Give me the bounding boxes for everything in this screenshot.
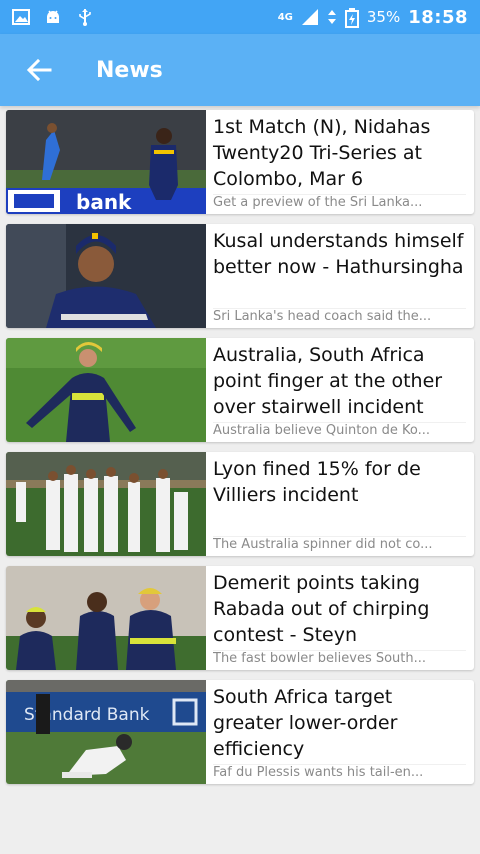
- status-right-icons: 4G 35% 18:58: [278, 7, 468, 28]
- news-thumbnail[interactable]: [6, 566, 206, 670]
- image-icon: [12, 8, 30, 26]
- news-text: Australia, South Africa point finger at …: [206, 338, 474, 442]
- news-card[interactable]: Kusal understands himself better now - H…: [6, 224, 474, 328]
- status-left-icons: [12, 8, 94, 26]
- news-thumbnail[interactable]: Standard Bank: [6, 680, 206, 784]
- news-headline: Kusal understands himself better now - H…: [213, 230, 464, 278]
- news-headline: Australia, South Africa point finger at …: [213, 344, 443, 418]
- news-card[interactable]: Australia, South Africa point finger at …: [6, 338, 474, 442]
- data-arrows-icon: [327, 8, 337, 26]
- network-type: 4G: [277, 11, 293, 23]
- android-icon: [44, 8, 62, 26]
- clock: 18:58: [408, 6, 468, 28]
- news-summary: Faf du Plessis wants his tail-en...: [213, 764, 466, 784]
- battery-icon: [344, 8, 359, 28]
- news-summary: Get a preview of the Sri Lanka...: [213, 194, 466, 214]
- news-headline: 1st Match (N), Nidahas Twenty20 Tri-Seri…: [213, 116, 431, 190]
- news-card[interactable]: Demerit points taking Rabada out of chir…: [6, 566, 474, 670]
- news-thumbnail[interactable]: [6, 338, 206, 442]
- app-bar: News: [0, 34, 480, 106]
- news-headline: South Africa target greater lower-order …: [213, 686, 398, 760]
- usb-icon: [76, 8, 94, 26]
- news-card[interactable]: bank 1st Match (N), Nidahas Twenty20 Tri…: [6, 110, 474, 214]
- page-title: News: [96, 57, 163, 83]
- news-text: Demerit points taking Rabada out of chir…: [206, 566, 474, 670]
- status-bar: 4G 35% 18:58: [0, 0, 480, 34]
- news-headline: Lyon fined 15% for de Villiers incident: [213, 458, 421, 506]
- arrow-left-icon: [26, 58, 52, 82]
- news-thumbnail[interactable]: bank: [6, 110, 206, 214]
- news-summary: The Australia spinner did not co...: [213, 536, 466, 556]
- news-card[interactable]: Lyon fined 15% for de Villiers incident …: [6, 452, 474, 556]
- news-thumbnail[interactable]: [6, 224, 206, 328]
- news-text: South Africa target greater lower-order …: [206, 680, 474, 784]
- news-headline: Demerit points taking Rabada out of chir…: [213, 572, 430, 646]
- news-text: Lyon fined 15% for de Villiers incident …: [206, 452, 474, 556]
- news-summary: Sri Lanka's head coach said the...: [213, 308, 466, 328]
- battery-percent: 35%: [366, 8, 401, 26]
- svg-text:bank: bank: [76, 190, 132, 214]
- news-text: 1st Match (N), Nidahas Twenty20 Tri-Seri…: [206, 110, 474, 214]
- news-summary: The fast bowler believes South...: [213, 650, 466, 670]
- news-summary: Australia believe Quinton de Ko...: [213, 422, 466, 442]
- news-list: bank 1st Match (N), Nidahas Twenty20 Tri…: [6, 110, 474, 794]
- back-button[interactable]: [24, 55, 54, 85]
- news-card[interactable]: Standard Bank South Africa target greate…: [6, 680, 474, 784]
- signal-icon: [301, 8, 319, 26]
- news-thumbnail[interactable]: [6, 452, 206, 556]
- news-text: Kusal understands himself better now - H…: [206, 224, 474, 328]
